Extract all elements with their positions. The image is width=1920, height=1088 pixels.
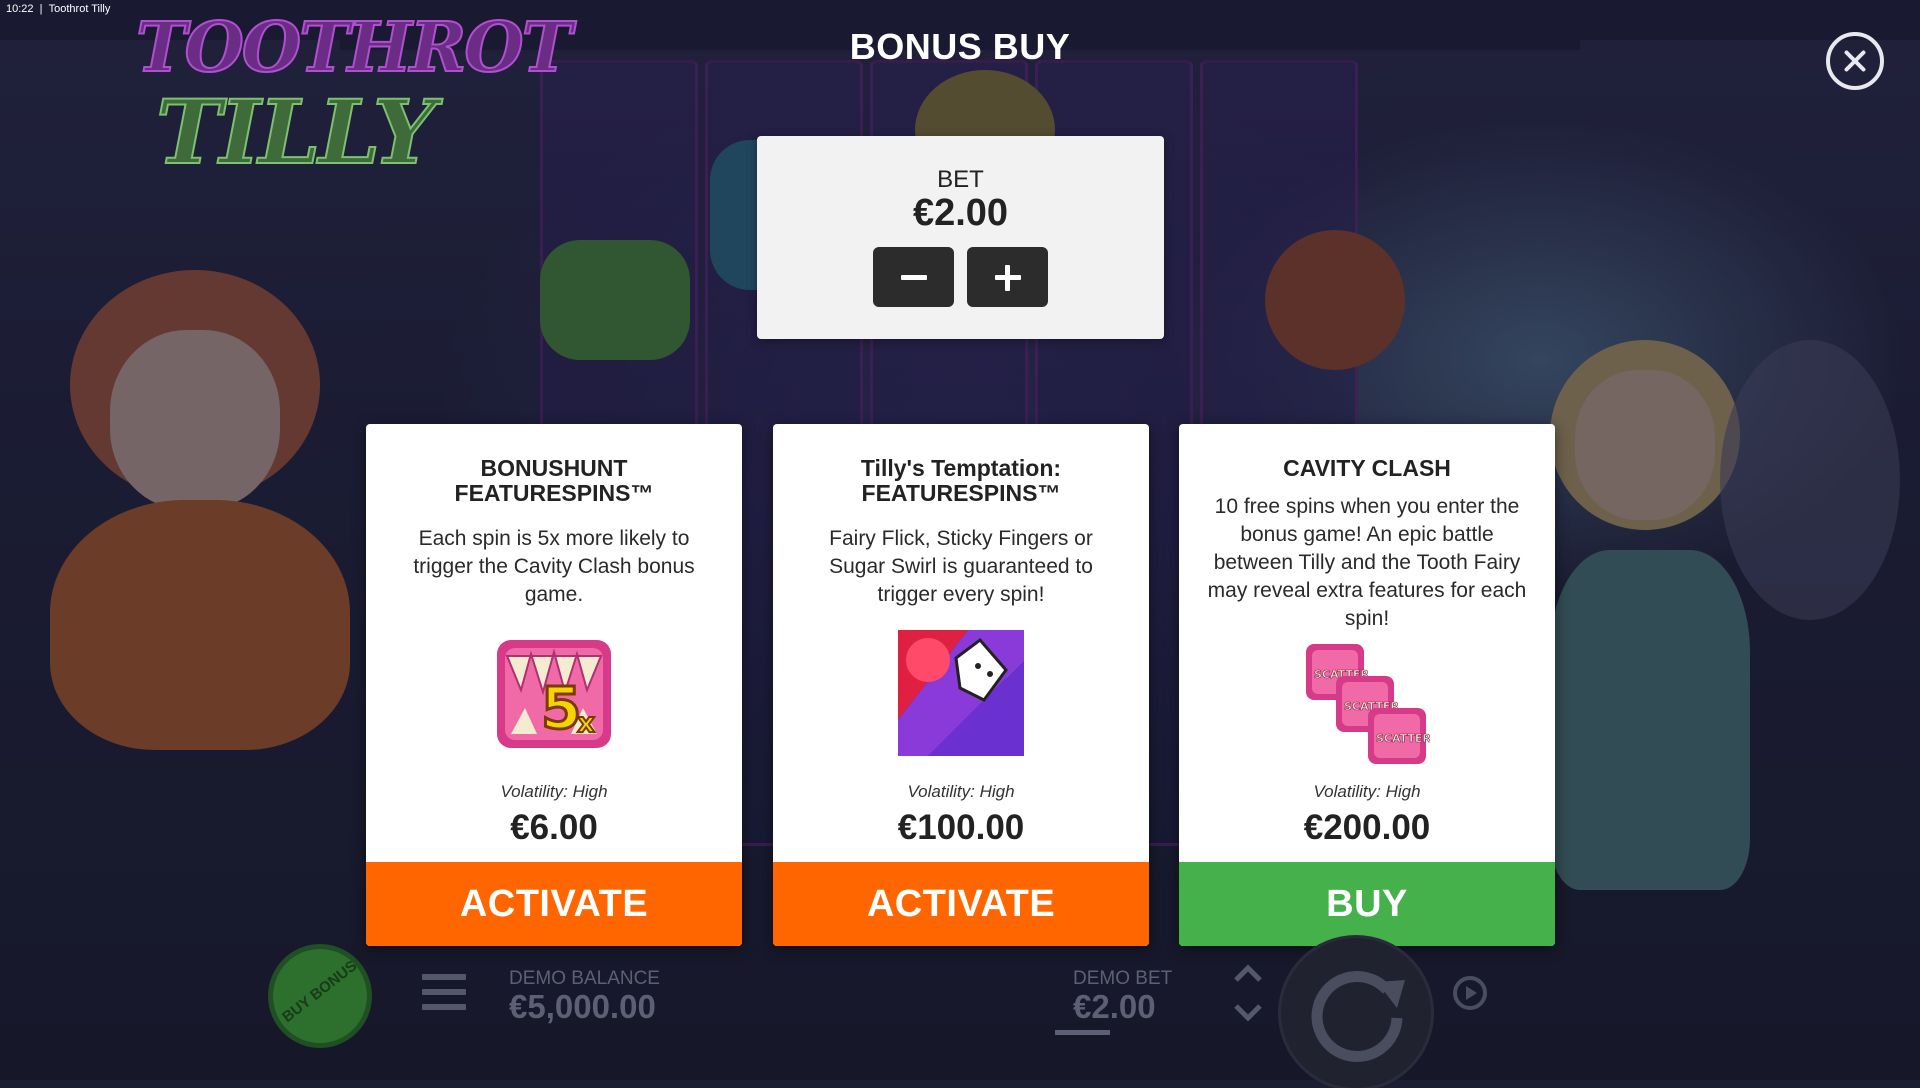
bonus-card-bonushunt: BONUSHUNT FEATURESPINS™ Each spin is 5x … [366,424,742,946]
volatility-label: Volatility: High [907,782,1015,801]
window-title: 10:22 | Toothrot Tilly [6,3,111,15]
svg-text:x: x [577,706,595,739]
volatility-label: Volatility: High [1313,782,1421,801]
menu-icon[interactable] [422,974,466,1010]
balance-label: DEMO BALANCE [509,968,660,989]
balance-value: €5,000.00 [509,988,656,1025]
buy-cavity-clash-button[interactable]: BUY [1179,862,1555,946]
bonus-card-tillys-temptation: Tilly's Temptation: FEATURESPINS™ Fairy … [773,424,1149,946]
card-price: €100.00 [897,808,1025,847]
card-price: €6.00 [510,808,598,847]
decrease-bet-button[interactable] [873,247,954,307]
minus-icon [901,275,927,280]
demo-bet-label: DEMO BET [1073,968,1173,989]
card-title: Tilly's Temptation: FEATURESPINS™ [860,455,1062,506]
increase-bet-button[interactable] [967,247,1048,307]
bet-label: BET [937,166,984,193]
buy-bonus-button[interactable]: BUY BONUS [268,944,372,1048]
spin-icon [1311,971,1405,1062]
bet-indicator [1055,1030,1110,1035]
bet-value: €2.00 [912,192,1009,234]
svg-text:SCATTER: SCATTER [1376,732,1430,745]
autoplay-icon[interactable] [1449,972,1491,1014]
5x-scatter-multiplier-icon: 5 x [497,640,611,748]
feature-collage-icon [898,630,1024,756]
volatility-label: Volatility: High [500,782,608,801]
spin-button[interactable] [1281,938,1431,1088]
activate-bonushunt-button[interactable]: ACTIVATE [366,862,742,946]
card-title: CAVITY CLASH [1283,455,1451,481]
bet-panel: BET €2.00 [757,136,1164,339]
three-scatters-icon: SCATTER SCATTER SCATTER [1306,644,1430,764]
card-description: Each spin is 5x more likely to trigger t… [413,527,695,606]
svg-text:5: 5 [541,674,581,742]
activate-tillys-temptation-button[interactable]: ACTIVATE [773,862,1149,946]
card-price: €200.00 [1303,808,1431,847]
close-icon[interactable] [1826,32,1884,90]
bonus-card-cavity-clash: CAVITY CLASH 10 free spins when you ente… [1179,424,1555,946]
bet-adjust-arrows-icon[interactable] [1228,958,1268,1028]
card-description: Fairy Flick, Sticky Fingers or Sugar Swi… [829,527,1093,606]
buy-bonus-label: BUY BONUS [279,957,361,1026]
card-description: 10 free spins when you enter the bonus g… [1207,495,1527,630]
demo-bet-value: €2.00 [1073,988,1156,1025]
modal-title: BONUS BUY [849,26,1071,67]
card-title: BONUSHUNT FEATURESPINS™ [454,455,654,506]
